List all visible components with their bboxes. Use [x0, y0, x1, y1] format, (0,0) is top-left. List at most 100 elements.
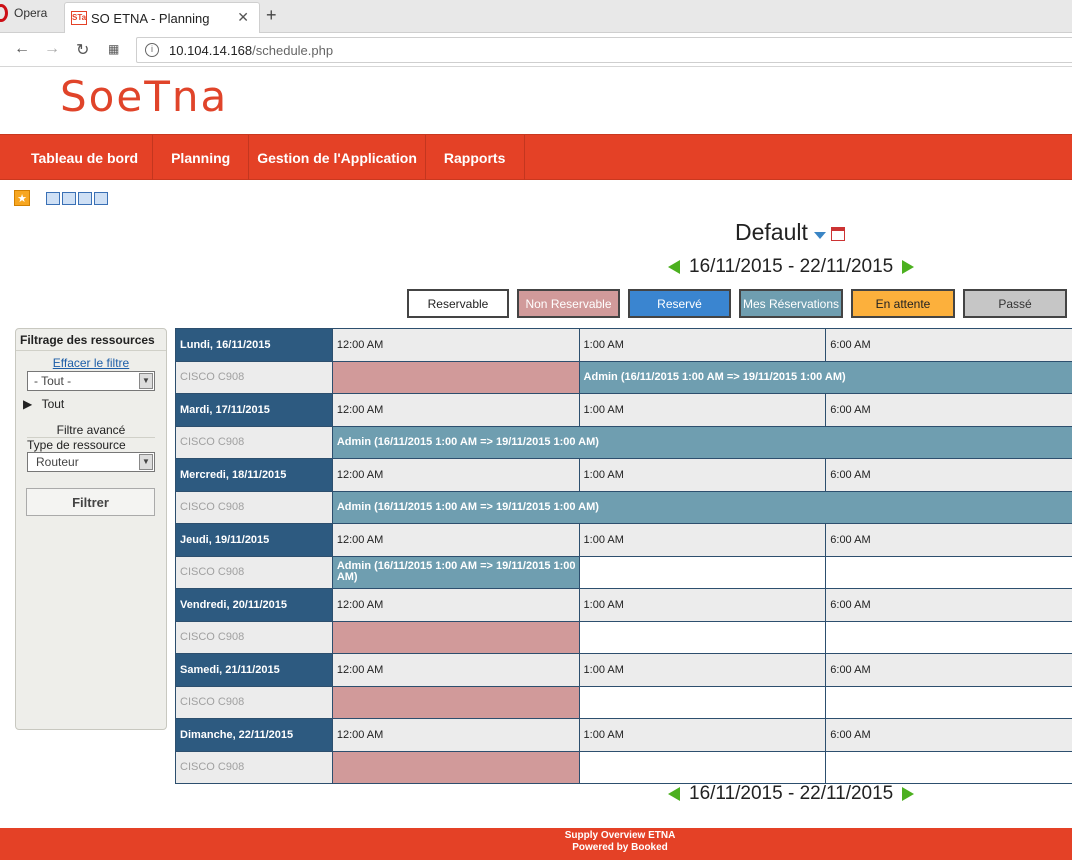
- unavailable-slot: [332, 751, 580, 784]
- reservation-slot[interactable]: Admin (16/11/2015 1:00 AM => 19/11/2015 …: [579, 361, 1072, 394]
- resource-row: CISCO C908 Admin (16/11/2015 1:00 AM => 1…: [176, 556, 1072, 589]
- opera-label: Opera: [14, 6, 48, 20]
- url-field[interactable]: i 10.104.14.168 /schedule.php: [136, 37, 1072, 63]
- time-slot-header: 6:00 AM: [826, 719, 1072, 752]
- new-tab-button[interactable]: +: [266, 5, 277, 26]
- resource-row: CISCO C908: [176, 751, 1072, 784]
- schedule-dropdown-icon[interactable]: [813, 232, 826, 239]
- nav-dashboard[interactable]: Tableau de bord: [0, 135, 154, 180]
- advanced-filter-label: Filtre avancé: [56, 423, 126, 437]
- nav-reports[interactable]: Rapports: [426, 135, 526, 180]
- footer-line-2: Powered by Booked: [572, 842, 668, 853]
- tab-close-icon[interactable]: ✕: [237, 9, 249, 26]
- previous-week-arrow-icon[interactable]: [668, 787, 680, 801]
- tall-view-icon[interactable]: [78, 191, 92, 205]
- resource-name[interactable]: CISCO C908: [176, 686, 333, 719]
- day-header-row: Vendredi, 20/11/2015 12:00 AM 1:00 AM 6:00 …: [176, 589, 1072, 622]
- day-header-row: Samedi, 21/11/2015 12:00 AM 1:00 AM 6:00 AM: [176, 654, 1072, 687]
- soetna-logo[interactable]: SoeTna: [60, 72, 228, 121]
- day-label: Mardi, 17/11/2015: [176, 394, 333, 427]
- day-label: Dimanche, 22/11/2015: [176, 719, 333, 752]
- day-label: Lundi, 16/11/2015: [176, 329, 333, 362]
- resource-type-label: Type de ressource: [27, 437, 155, 452]
- filter-button[interactable]: Filtrer: [26, 488, 155, 516]
- available-slot[interactable]: [579, 686, 827, 719]
- unavailable-slot: [332, 621, 580, 654]
- resource-name[interactable]: CISCO C908: [176, 361, 333, 394]
- time-slot-header: 1:00 AM: [579, 459, 827, 492]
- available-slot[interactable]: [826, 556, 1072, 589]
- nav-planning[interactable]: Planning: [153, 135, 250, 180]
- day-header-row: Dimanche, 22/11/2015 12:00 AM 1:00 AM 6:00 …: [176, 719, 1072, 752]
- day-label: Jeudi, 19/11/2015: [176, 524, 333, 557]
- resource-name[interactable]: CISCO C908: [176, 426, 333, 459]
- day-header-row: Lundi, 16/11/2015 12:00 AM 1:00 AM 6:00 AM: [176, 329, 1072, 362]
- resource-name[interactable]: CISCO C908: [176, 621, 333, 654]
- wide-view-icon[interactable]: [62, 191, 76, 205]
- forward-arrow-icon[interactable]: →: [44, 40, 60, 58]
- resource-select-value: - Tout -: [34, 374, 72, 388]
- day-header-row: Jeudi, 19/11/2015 12:00 AM 1:00 AM 6:00 AM: [176, 524, 1072, 557]
- expand-triangle-icon[interactable]: ▶: [23, 397, 32, 411]
- resource-tree-item[interactable]: ▶ Tout: [23, 397, 166, 411]
- available-slot[interactable]: [579, 621, 827, 654]
- resource-name[interactable]: CISCO C908: [176, 751, 333, 784]
- chevron-down-icon: ▼: [139, 454, 153, 470]
- available-slot[interactable]: [579, 556, 827, 589]
- time-slot-header: 6:00 AM: [826, 459, 1072, 492]
- time-slot-header: 12:00 AM: [332, 329, 580, 362]
- site-info-icon[interactable]: i: [145, 43, 159, 57]
- back-arrow-icon[interactable]: ←: [14, 40, 30, 58]
- favorite-star-icon[interactable]: ★: [14, 190, 30, 206]
- next-week-arrow-icon[interactable]: [902, 260, 915, 274]
- speed-dial-icon[interactable]: ▦: [108, 42, 119, 56]
- day-label: Mercredi, 18/11/2015: [176, 459, 333, 492]
- reservation-slot[interactable]: Admin (16/11/2015 1:00 AM => 19/11/2015 …: [332, 556, 580, 589]
- url-host: 10.104.14.168: [169, 42, 253, 58]
- browser-tab[interactable]: STa SO ETNA - Planning ✕: [64, 2, 260, 33]
- url-path: /schedule.php: [252, 42, 334, 58]
- time-slot-header: 6:00 AM: [826, 394, 1072, 427]
- previous-week-arrow-icon[interactable]: [668, 260, 680, 274]
- available-slot[interactable]: [826, 686, 1072, 719]
- main-navigation: Tableau de bord Planning Gestion de l'Ap…: [0, 134, 1072, 180]
- time-slot-header: 12:00 AM: [332, 394, 580, 427]
- clear-filter-link[interactable]: Effacer le filtre: [16, 356, 166, 370]
- list-view-icon[interactable]: [94, 191, 108, 205]
- reservation-slot[interactable]: Admin (16/11/2015 1:00 AM => 19/11/2015 …: [332, 426, 1072, 459]
- time-slot-header: 6:00 AM: [826, 589, 1072, 622]
- time-slot-header: 1:00 AM: [579, 719, 827, 752]
- footer-line-1: Supply Overview ETNA: [564, 830, 676, 841]
- reservation-slot[interactable]: Admin (16/11/2015 1:00 AM => 19/11/2015 …: [332, 491, 1072, 524]
- resource-name[interactable]: CISCO C908: [176, 491, 333, 524]
- time-slot-header: 12:00 AM: [332, 589, 580, 622]
- legend-item: Reservable: [407, 289, 509, 318]
- next-week-arrow-icon[interactable]: [902, 787, 915, 801]
- calendar-icon[interactable]: [830, 226, 845, 241]
- resource-type-value: Routeur: [36, 455, 79, 469]
- time-slot-header: 1:00 AM: [579, 589, 827, 622]
- legend-item: Mes Réservations: [739, 289, 843, 318]
- resource-filter-panel: Filtrage des ressources Effacer le filtr…: [15, 328, 167, 730]
- time-slot-header: 6:00 AM: [826, 654, 1072, 687]
- address-bar: ← → ↻ ▦ i 10.104.14.168 /schedule.php: [0, 33, 1072, 67]
- schedule-title-group: Default: [735, 219, 845, 246]
- available-slot[interactable]: [826, 621, 1072, 654]
- reload-icon[interactable]: ↻: [76, 40, 89, 60]
- time-slot-header: 1:00 AM: [579, 329, 827, 362]
- chevron-down-icon: ▼: [139, 373, 153, 389]
- nav-application-management[interactable]: Gestion de l'Application: [249, 135, 426, 180]
- resource-select[interactable]: - Tout - ▼: [27, 371, 155, 391]
- resource-name[interactable]: CISCO C908: [176, 556, 333, 589]
- resource-type-select[interactable]: Routeur ▼: [27, 452, 155, 472]
- available-slot[interactable]: [826, 751, 1072, 784]
- resource-row: CISCO C908 Admin (16/11/2015 1:00 AM => 1…: [176, 426, 1072, 459]
- available-slot[interactable]: [579, 751, 827, 784]
- browser-tab-strip: Opera STa SO ETNA - Planning ✕ +: [0, 0, 1072, 33]
- tab-title: SO ETNA - Planning: [91, 10, 210, 26]
- opera-menu-button[interactable]: Opera: [0, 0, 60, 26]
- footer: Supply Overview ETNA Powered by Booked: [0, 828, 1072, 860]
- time-slot-header: 6:00 AM: [826, 329, 1072, 362]
- standard-view-icon[interactable]: [46, 191, 60, 205]
- resource-row: CISCO C908: [176, 621, 1072, 654]
